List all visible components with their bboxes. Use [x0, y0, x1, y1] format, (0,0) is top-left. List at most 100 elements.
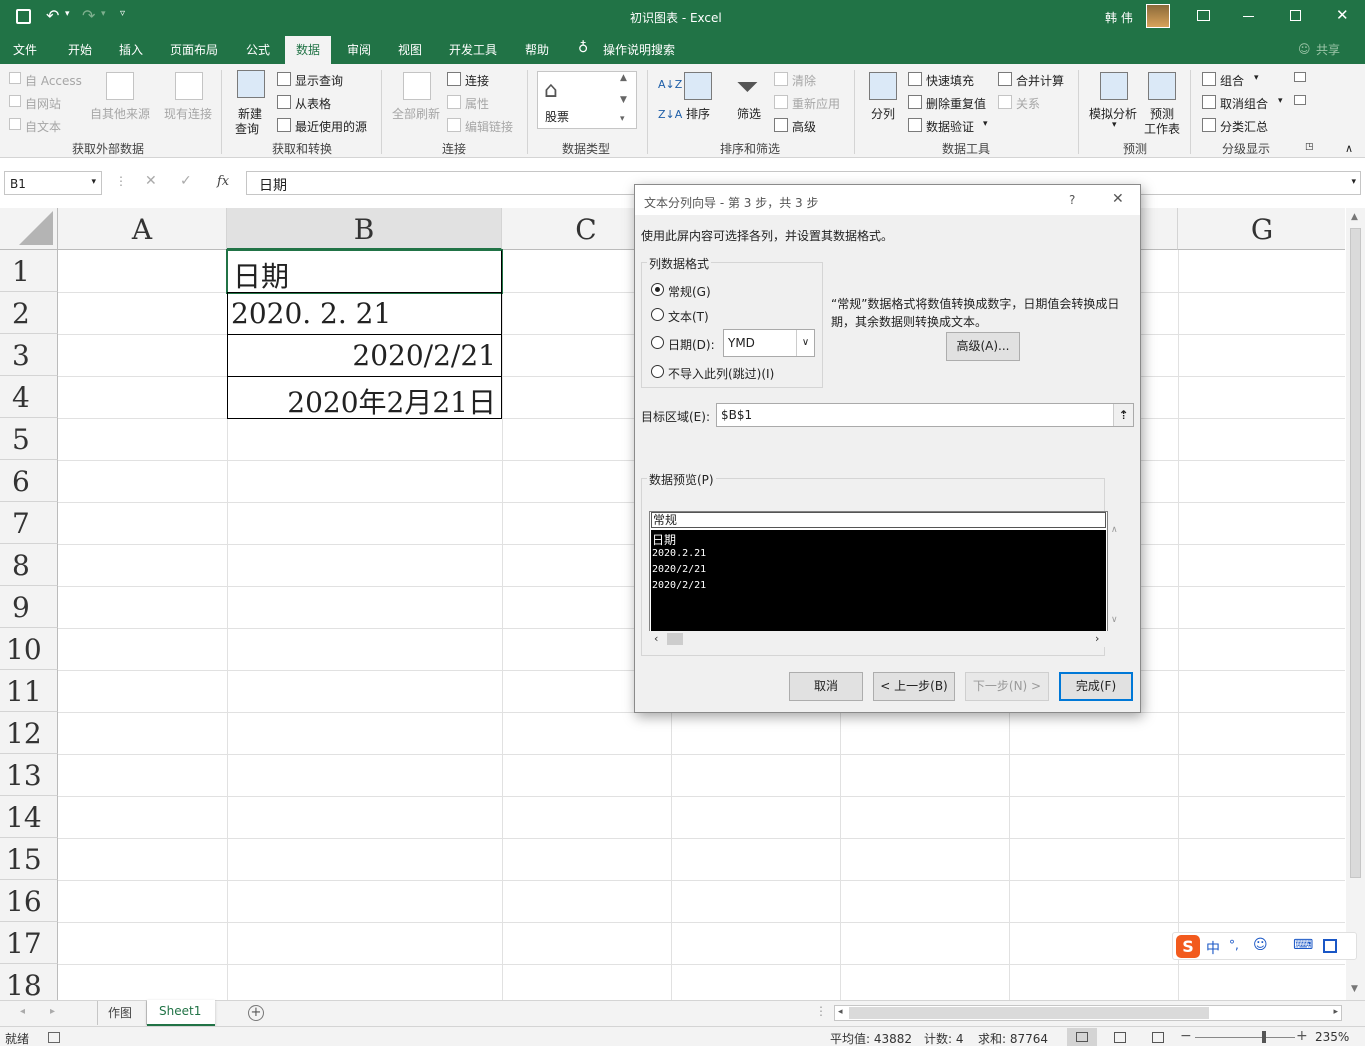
row-header-13[interactable]: 13	[0, 754, 58, 796]
horizontal-scrollbar[interactable]: ◂ ▸	[834, 1005, 1342, 1021]
outline-settings-icon[interactable]: ◳	[1305, 142, 1314, 152]
radio-date-label[interactable]: 日期(D):	[668, 336, 715, 353]
what-if-dropdown-icon[interactable]: ▾	[1112, 120, 1117, 130]
radio-text-label[interactable]: 文本(T)	[668, 308, 709, 325]
preview-scroll-left-icon[interactable]: ‹	[654, 632, 658, 645]
row-header-4[interactable]: 4	[0, 376, 58, 418]
subtotal-button[interactable]: 分类汇总	[1220, 118, 1268, 135]
group-button[interactable]: 组合	[1220, 72, 1244, 89]
tab-data[interactable]: 数据	[285, 36, 332, 64]
sort-button[interactable]: 排序	[686, 105, 710, 122]
tab-insert[interactable]: 插入	[119, 41, 143, 58]
macro-record-icon[interactable]	[48, 1032, 60, 1043]
sheet-tab-chart[interactable]: 作图	[97, 1001, 147, 1025]
preview-scroll-thumb[interactable]	[667, 633, 683, 645]
preview-column-selected[interactable]	[651, 530, 1106, 632]
row-header-7[interactable]: 7	[0, 502, 58, 544]
radio-text[interactable]	[651, 308, 664, 321]
preview-scroll-up-icon[interactable]: ∧	[1111, 525, 1118, 535]
expand-formula-bar-icon[interactable]: ▾	[1351, 177, 1356, 187]
h-scroll-right-icon[interactable]: ▸	[1333, 1007, 1338, 1017]
back-button[interactable]: < 上一步(B)	[873, 672, 955, 701]
advanced-filter-button[interactable]: 高级	[792, 118, 816, 135]
sort-descending-icon[interactable]: Z↓A	[658, 108, 682, 121]
row-header-2[interactable]: 2	[0, 292, 58, 334]
zoom-out-icon[interactable]: −	[1180, 1028, 1192, 1044]
scroll-down-icon[interactable]: ▼	[1351, 984, 1358, 994]
ungroup-button[interactable]: 取消组合	[1220, 95, 1268, 112]
radio-general-label[interactable]: 常规(G)	[668, 283, 711, 300]
sort-ascending-icon[interactable]: A↓Z	[658, 78, 682, 91]
tab-view[interactable]: 视图	[398, 41, 422, 58]
preview-scroll-down-icon[interactable]: ∨	[1111, 615, 1118, 625]
insert-function-icon[interactable]: fx	[217, 174, 229, 189]
undo-dropdown-icon[interactable]: ▾	[65, 9, 70, 19]
radio-date[interactable]	[651, 336, 664, 349]
collapse-dialog-icon[interactable]: ⇡	[1113, 404, 1133, 426]
text-to-columns-button[interactable]: 分列	[871, 105, 895, 122]
column-header-b[interactable]: B	[227, 208, 502, 250]
gallery-down-icon[interactable]: ▼	[620, 95, 627, 105]
ime-emoji-icon[interactable]: ☺	[1253, 937, 1268, 953]
row-header-9[interactable]: 9	[0, 586, 58, 628]
zoom-slider[interactable]	[1195, 1037, 1295, 1038]
recent-sources-button[interactable]: 最近使用的源	[295, 118, 367, 135]
sheet-scroll-left-icon[interactable]: ◂	[20, 1006, 25, 1017]
tab-help[interactable]: 帮助	[525, 41, 549, 58]
lightbulb-icon[interactable]: ♁	[578, 40, 588, 56]
ime-chinese-mode[interactable]: 中	[1206, 938, 1220, 958]
maximize-icon[interactable]	[1290, 10, 1301, 21]
ribbon-display-icon[interactable]	[1197, 10, 1210, 21]
close-icon[interactable]: ✕	[1336, 6, 1349, 24]
row-header-12[interactable]: 12	[0, 712, 58, 754]
tab-home[interactable]: 开始	[68, 41, 92, 58]
destination-input[interactable]: $B$1 ⇡	[716, 403, 1134, 427]
ime-toolbar[interactable]: S 中 °, ☺ ⌨	[1172, 932, 1357, 960]
status-sum[interactable]: 求和: 87764	[978, 1030, 1048, 1047]
name-box[interactable]: B1 ▾	[4, 171, 102, 195]
scroll-thumb[interactable]	[1350, 228, 1361, 878]
finish-button[interactable]: 完成(F)	[1059, 672, 1133, 701]
hide-detail-icon[interactable]	[1294, 95, 1306, 105]
collapse-ribbon-icon[interactable]: ∧	[1345, 142, 1353, 155]
stocks-button[interactable]: 股票	[545, 108, 569, 125]
new-sheet-icon[interactable]: +	[248, 1005, 264, 1021]
user-name[interactable]: 韩 伟	[1105, 9, 1133, 26]
tab-formulas[interactable]: 公式	[246, 41, 270, 58]
zoom-slider-thumb[interactable]	[1262, 1031, 1266, 1043]
show-queries-button[interactable]: 显示查询	[295, 72, 343, 89]
forecast-sheet-button-line2[interactable]: 工作表	[1144, 120, 1180, 137]
tab-split-handle-icon[interactable]: ⋮	[815, 1004, 827, 1018]
row-header-8[interactable]: 8	[0, 544, 58, 586]
group-dropdown-icon[interactable]: ▾	[1254, 73, 1259, 83]
preview-vertical-scrollbar[interactable]: ∧ ∨	[1109, 525, 1123, 631]
connections-button[interactable]: 连接	[465, 72, 489, 89]
remove-duplicates-button[interactable]: 删除重复值	[926, 95, 986, 112]
select-all-button[interactable]	[0, 208, 58, 250]
share-icon[interactable]: ☺	[1298, 42, 1311, 56]
gallery-more-icon[interactable]: ▾	[620, 114, 625, 124]
undo-icon[interactable]: ↶	[46, 6, 59, 25]
gallery-up-icon[interactable]: ▲	[620, 73, 627, 83]
tell-me-search[interactable]: 操作说明搜索	[603, 41, 675, 58]
date-format-select[interactable]: YMD ∨	[723, 329, 815, 357]
row-header-14[interactable]: 14	[0, 796, 58, 838]
page-break-view-icon[interactable]	[1152, 1032, 1164, 1043]
column-header-a[interactable]: A	[58, 208, 227, 250]
radio-skip-label[interactable]: 不导入此列(跳过)(I)	[668, 365, 774, 382]
zoom-level[interactable]: 235%	[1315, 1030, 1349, 1044]
status-average[interactable]: 平均值: 43882	[830, 1030, 912, 1047]
filter-button[interactable]: 筛选	[737, 105, 761, 122]
ungroup-dropdown-icon[interactable]: ▾	[1278, 96, 1283, 106]
ime-punctuation[interactable]: °,	[1229, 938, 1239, 952]
row-header-15[interactable]: 15	[0, 838, 58, 880]
avatar[interactable]	[1146, 4, 1170, 28]
ime-keyboard-icon[interactable]: ⌨	[1293, 937, 1313, 953]
vertical-scrollbar[interactable]: ▲ ▼	[1346, 208, 1365, 1000]
date-format-dropdown-icon[interactable]: ∨	[796, 330, 814, 356]
preview-column-header[interactable]: 常规	[651, 512, 1106, 528]
tab-page-layout[interactable]: 页面布局	[170, 41, 218, 58]
row-header-3[interactable]: 3	[0, 334, 58, 376]
h-scroll-left-icon[interactable]: ◂	[838, 1007, 843, 1017]
row-header-16[interactable]: 16	[0, 880, 58, 922]
